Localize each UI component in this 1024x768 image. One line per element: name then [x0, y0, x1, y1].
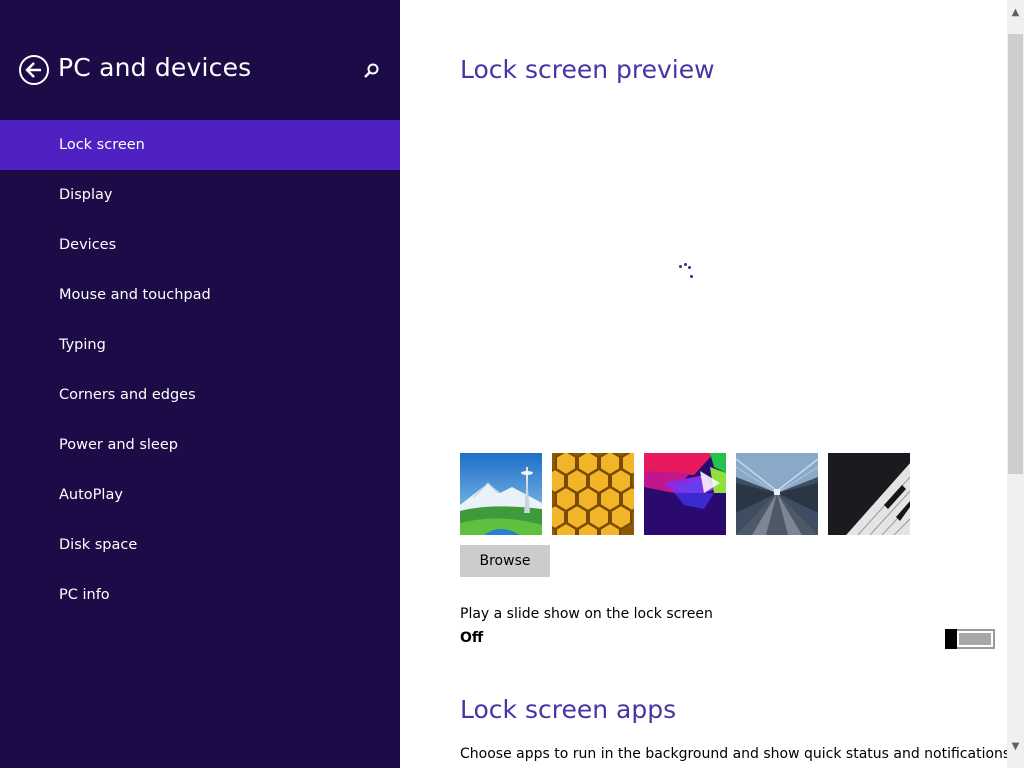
browse-button[interactable]: Browse [460, 545, 550, 577]
search-button[interactable] [360, 60, 382, 82]
back-button[interactable] [19, 55, 49, 85]
sidebar-item-devices[interactable]: Devices [0, 220, 400, 270]
toggle-thumb[interactable] [945, 629, 957, 649]
thumbnail-space-needle[interactable] [460, 453, 542, 535]
sidebar-item-corners-and-edges[interactable]: Corners and edges [0, 370, 400, 420]
train-track-image [736, 453, 818, 535]
main-content: Lock screen preview Browse Play a slide … [400, 0, 1007, 768]
sidebar-item-pc-info[interactable]: PC info [0, 570, 400, 620]
thumbnail-honeycomb[interactable] [552, 453, 634, 535]
scroll-thumb[interactable] [1008, 34, 1023, 474]
geometric-image [644, 453, 726, 535]
back-arrow-icon [25, 62, 41, 78]
lock-screen-preview-heading: Lock screen preview [460, 55, 715, 84]
slideshow-toggle-state: Off [460, 630, 484, 646]
thumbnail-train-track[interactable] [736, 453, 818, 535]
sidebar-item-display[interactable]: Display [0, 170, 400, 220]
loading-spinner-icon [676, 262, 696, 282]
slideshow-toggle[interactable] [945, 629, 995, 649]
lock-screen-apps-heading: Lock screen apps [460, 695, 677, 724]
sidebar: PC and devices Lock screen Display Devic… [0, 0, 400, 768]
scroll-up-arrow-icon[interactable]: ▲ [1007, 4, 1024, 21]
pc-settings-window: PC and devices Lock screen Display Devic… [0, 0, 1024, 768]
scroll-down-arrow-icon[interactable]: ▼ [1007, 738, 1024, 755]
sidebar-item-disk-space[interactable]: Disk space [0, 520, 400, 570]
page-title: PC and devices [58, 53, 252, 82]
honeycomb-image [552, 453, 634, 535]
sidebar-item-autoplay[interactable]: AutoPlay [0, 470, 400, 520]
thumbnail-piano-keys[interactable] [828, 453, 910, 535]
lock-screen-apps-description: Choose apps to run in the background and… [460, 746, 1007, 762]
sidebar-item-mouse-and-touchpad[interactable]: Mouse and touchpad [0, 270, 400, 320]
sidebar-item-typing[interactable]: Typing [0, 320, 400, 370]
vertical-scrollbar[interactable]: ▲ ▼ [1007, 0, 1024, 768]
lock-screen-thumbnails [460, 453, 910, 535]
piano-keys-image [828, 453, 910, 535]
space-needle-image [460, 453, 542, 535]
toggle-track [959, 633, 991, 645]
slideshow-label: Play a slide show on the lock screen [460, 606, 713, 622]
sidebar-nav: Lock screen Display Devices Mouse and to… [0, 120, 400, 620]
sidebar-item-lock-screen[interactable]: Lock screen [0, 120, 400, 170]
search-icon [364, 63, 379, 78]
thumbnail-geometric[interactable] [644, 453, 726, 535]
sidebar-item-power-and-sleep[interactable]: Power and sleep [0, 420, 400, 470]
